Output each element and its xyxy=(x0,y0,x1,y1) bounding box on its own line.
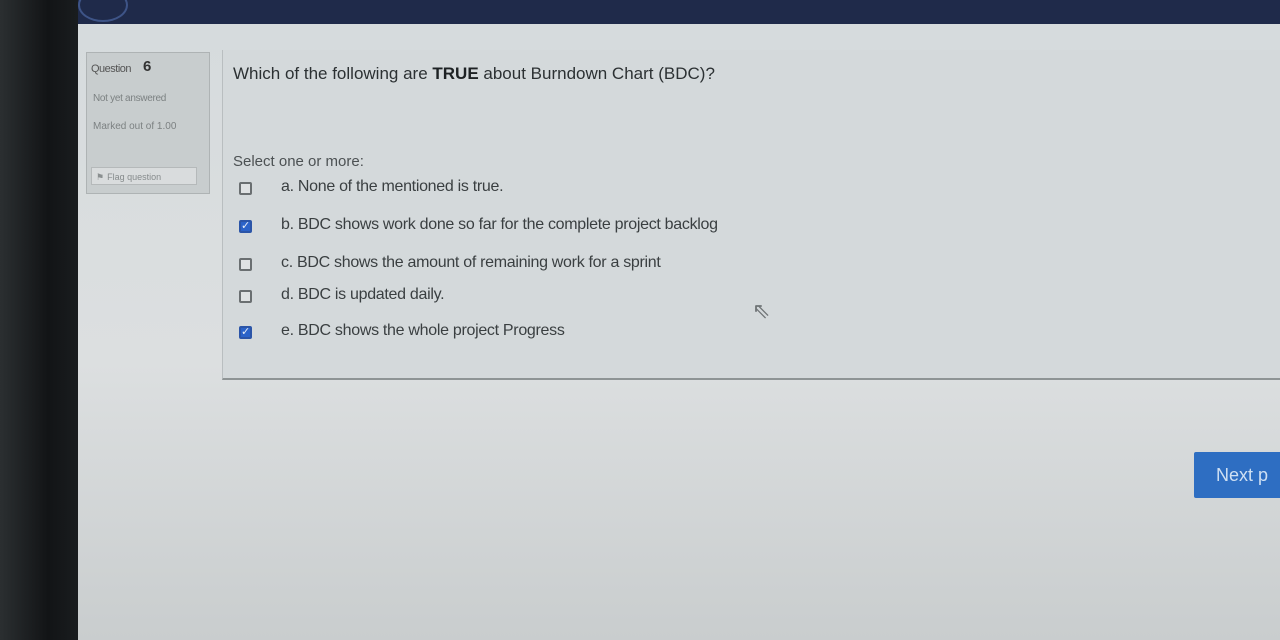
flag-question-button[interactable]: ⚑ Flag question xyxy=(91,167,197,185)
monitor-bezel xyxy=(0,0,80,640)
question-label: Question xyxy=(91,63,132,75)
question-panel: Which of the following are TRUE about Bu… xyxy=(222,50,1280,380)
question-number: 6 xyxy=(143,58,152,75)
checkbox-e[interactable] xyxy=(239,325,252,339)
flag-question-label: Flag question xyxy=(107,172,162,182)
answer-prompt: Select one or more: xyxy=(233,153,364,170)
question-marks: Marked out of 1.00 xyxy=(93,121,177,132)
question-text-after: about Burndown Chart (BDC)? xyxy=(478,64,715,83)
option-label-a: a. None of the mentioned is true. xyxy=(281,178,504,195)
next-page-button[interactable]: Next p xyxy=(1194,452,1280,498)
option-label-e: e. BDC shows the whole project Progress xyxy=(281,322,565,339)
question-text-before: Which of the following are xyxy=(233,64,433,83)
checkbox-a[interactable] xyxy=(239,182,252,195)
checkbox-c[interactable] xyxy=(239,258,252,271)
question-info-panel: Question 6 Not yet answered Marked out o… xyxy=(86,52,210,194)
question-state: Not yet answered xyxy=(93,93,167,104)
mouse-pointer-icon: ⇖ xyxy=(752,298,771,323)
option-label-d: d. BDC is updated daily. xyxy=(281,286,445,303)
question-text-emphasis: TRUE xyxy=(432,64,479,83)
option-label-c: c. BDC shows the amount of remaining wor… xyxy=(281,254,661,271)
question-text: Which of the following are TRUE about Bu… xyxy=(233,64,715,84)
option-label-b: b. BDC shows work done so far for the co… xyxy=(281,216,718,233)
flag-icon: ⚑ xyxy=(96,172,105,182)
checkbox-b[interactable] xyxy=(239,219,252,233)
checkbox-d[interactable] xyxy=(239,290,252,303)
